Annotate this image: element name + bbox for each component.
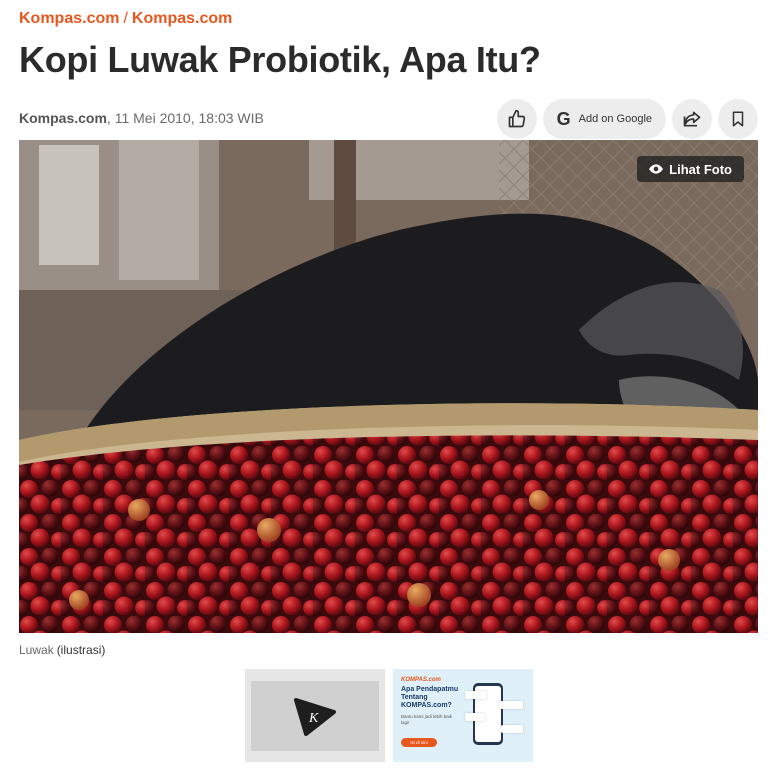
photo-caption: Luwak (ilustrasi): [19, 643, 105, 657]
luwak-photo: [19, 140, 758, 633]
view-photo-button[interactable]: Lihat Foto: [637, 156, 744, 182]
add-on-google-button[interactable]: G Add on Google: [542, 99, 666, 139]
ad-subtext: Bantu kami jadi lebih baik lagi!: [401, 714, 453, 725]
article-title: Kopi Luwak Probiotik, Apa Itu?: [19, 39, 541, 80]
ad-card: [501, 725, 523, 733]
eye-icon: [649, 164, 664, 174]
ad-banner-kompas-video[interactable]: K: [245, 669, 385, 762]
share-button[interactable]: [672, 99, 712, 139]
like-button[interactable]: [496, 99, 537, 139]
view-photo-label: Lihat Foto: [669, 161, 732, 177]
add-on-google-label: Add on Google: [578, 113, 652, 125]
ad-card: [465, 691, 487, 699]
breadcrumb: Kompas.com / Kompas.com: [19, 10, 232, 28]
article-source[interactable]: Kompas.com: [19, 110, 107, 126]
ad-video-thumbnail: K: [251, 681, 379, 751]
ad-banner-kompas-survey[interactable]: KOMPAS.com Apa Pendapatmu Tentang KOMPAS…: [393, 669, 533, 762]
ad-card: [465, 713, 485, 721]
ad-headline: Apa Pendapatmu Tentang KOMPAS.com?: [401, 686, 459, 709]
svg-text:K: K: [308, 711, 319, 726]
share-icon: [683, 111, 701, 127]
breadcrumb-item-kompas-2[interactable]: Kompas.com: [132, 10, 232, 27]
article-meta: Kompas.com, 11 Mei 2010, 18:03 WIB: [19, 110, 264, 126]
kompas-play-logo-icon: K: [294, 698, 336, 736]
breadcrumb-separator: /: [123, 10, 128, 27]
photo-credit: (ilustrasi): [56, 643, 106, 657]
ad-cta-button[interactable]: Isi di sini: [401, 738, 437, 747]
photo-caption-text: Luwak: [19, 643, 54, 657]
article-photo[interactable]: Lihat Foto: [19, 140, 758, 633]
ad-card: [499, 701, 523, 709]
bookmark-icon: [732, 111, 744, 127]
bookmark-button[interactable]: [718, 99, 758, 139]
thumbs-up-icon: [508, 109, 525, 128]
ad-brand: KOMPAS.com: [401, 677, 441, 683]
article-date: , 11 Mei 2010, 18:03 WIB: [106, 110, 264, 126]
google-g-icon: G: [556, 108, 571, 129]
breadcrumb-item-kompas[interactable]: Kompas.com: [19, 10, 119, 27]
article-actions: G Add on Google: [496, 99, 758, 139]
